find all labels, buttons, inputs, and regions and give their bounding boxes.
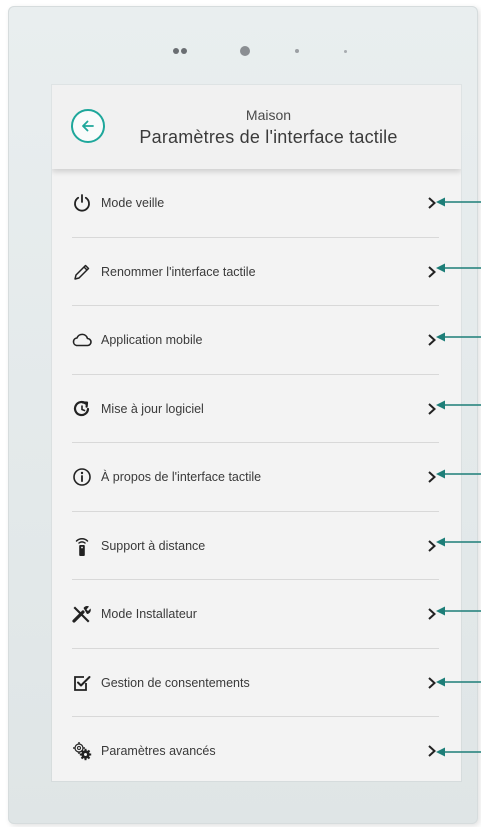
menu-item-mode-veille[interactable]: Mode veille: [52, 169, 461, 238]
menu-item-label: Mode veille: [101, 196, 165, 211]
menu-item-label: Mise à jour logiciel: [101, 401, 204, 416]
menu-item-renommer[interactable]: Renommer l'interface tactile: [52, 238, 461, 306]
light-sensor: [295, 49, 299, 53]
annotation-arrow-icon: [436, 332, 481, 342]
annotation-arrow-icon: [436, 747, 481, 757]
menu-item-a-propos[interactable]: À propos de l'interface tactile: [52, 443, 461, 512]
annotation-arrow-icon: [436, 677, 481, 687]
annotation-arrow-icon: [436, 263, 481, 273]
menu-item-parametres-avances[interactable]: Paramètres avancés: [52, 717, 461, 781]
refresh-icon: [71, 398, 93, 420]
menu-item-label: À propos de l'interface tactile: [101, 470, 262, 485]
gears-icon: [71, 740, 93, 762]
menu-item-consentements[interactable]: Gestion de consentements: [52, 649, 461, 717]
page-title: Paramètres de l'interface tactile: [139, 127, 398, 147]
power-icon: [71, 192, 93, 214]
menu-item-label: Paramètres avancés: [101, 744, 216, 759]
tools-icon: [71, 603, 93, 625]
camera-lens: [240, 46, 250, 56]
checkbox-icon: [71, 672, 93, 694]
menu-item-label: Application mobile: [101, 333, 203, 348]
menu-item-label: Support à distance: [101, 538, 206, 553]
settings-list: Mode veille Renommer l'interface tactile…: [52, 169, 461, 781]
menu-item-support-distance[interactable]: Support à distance: [52, 512, 461, 580]
camera-sensor-left: [173, 48, 179, 54]
annotation-arrow-icon: [436, 537, 481, 547]
proximity-sensor: [344, 50, 347, 53]
page-header: Maison Paramètres de l'interface tactile: [52, 85, 461, 169]
touch-screen: Maison Paramètres de l'interface tactile…: [52, 85, 461, 781]
menu-item-label: Mode Installateur: [101, 607, 197, 622]
menu-item-mise-a-jour[interactable]: Mise à jour logiciel: [52, 375, 461, 443]
header-subtitle: Maison: [245, 107, 292, 123]
info-icon: [71, 466, 93, 488]
tablet-device: Maison Paramètres de l'interface tactile…: [8, 6, 478, 824]
annotation-arrow-icon: [436, 197, 481, 207]
remote-icon: [71, 535, 93, 557]
cloud-icon: [71, 329, 93, 351]
menu-item-mode-installateur[interactable]: Mode Installateur: [52, 580, 461, 649]
menu-item-label: Renommer l'interface tactile: [101, 264, 256, 279]
annotation-arrow-icon: [436, 400, 481, 410]
menu-item-label: Gestion de consentements: [101, 675, 250, 690]
camera-sensor-left-2: [181, 48, 187, 54]
menu-item-application-mobile[interactable]: Application mobile: [52, 306, 461, 375]
pencil-icon: [71, 261, 93, 283]
annotation-arrow-icon: [436, 469, 481, 479]
annotation-arrow-icon: [436, 606, 481, 616]
